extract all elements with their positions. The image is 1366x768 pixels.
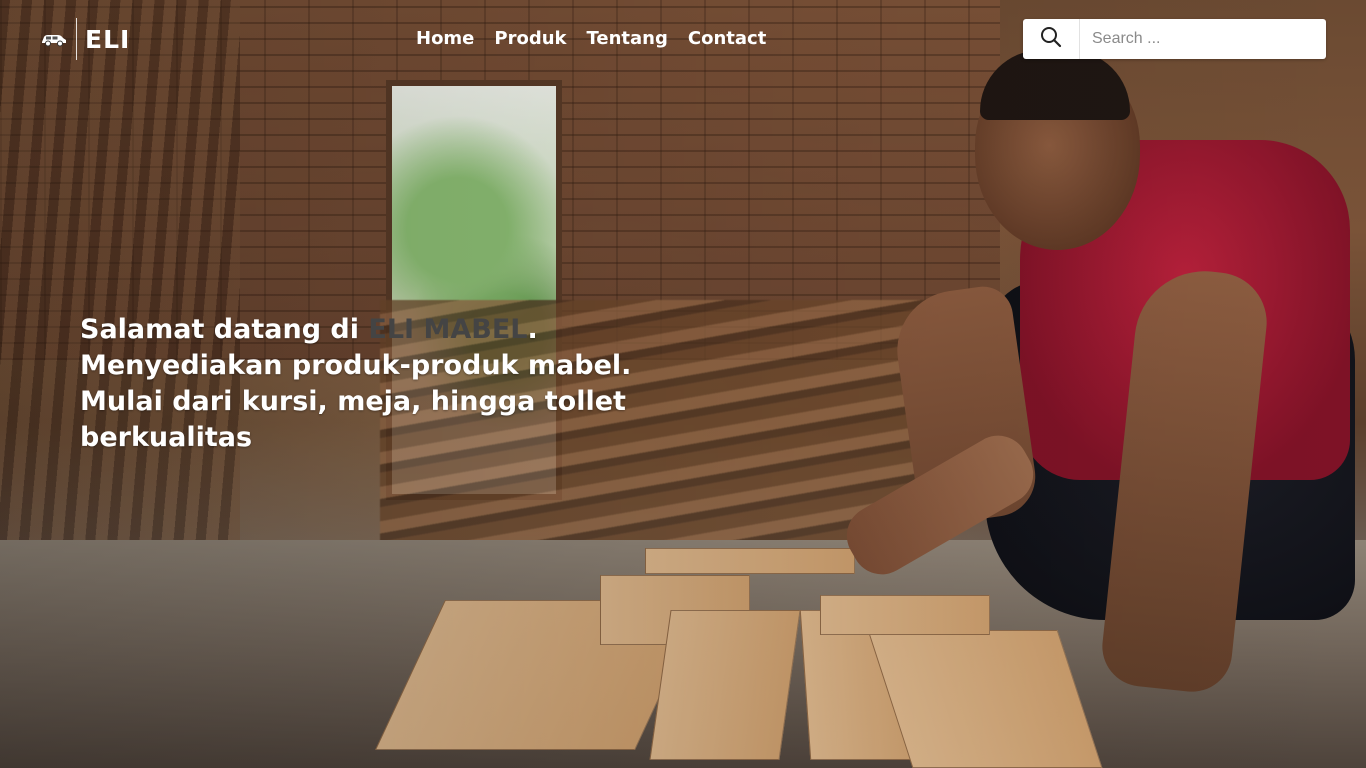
site-logo[interactable]: ELI bbox=[40, 18, 130, 60]
nav-produk[interactable]: Produk bbox=[484, 27, 576, 51]
hero-punct: . bbox=[527, 314, 538, 345]
car-icon bbox=[40, 31, 68, 47]
logo-divider bbox=[76, 18, 77, 60]
search-icon bbox=[1040, 26, 1062, 53]
hero-brand: ELI MABEL bbox=[368, 314, 528, 345]
main-nav: Home Produk Tentang Contact bbox=[406, 27, 776, 51]
search-box bbox=[1023, 19, 1326, 59]
nav-contact[interactable]: Contact bbox=[678, 27, 776, 51]
nav-home[interactable]: Home bbox=[406, 27, 484, 51]
nav-tentang[interactable]: Tentang bbox=[577, 27, 678, 51]
hero-text: Salamat datang di ELI MABEL. Menyediakan… bbox=[80, 312, 640, 456]
hero-greeting: Salamat datang di bbox=[80, 314, 369, 345]
logo-text: ELI bbox=[85, 24, 131, 54]
hero-line-4: berkualitas bbox=[80, 422, 253, 453]
hero-line-1: Salamat datang di ELI MABEL. bbox=[80, 312, 640, 348]
search-input[interactable] bbox=[1080, 20, 1326, 58]
hero-line-2: Menyediakan produk-produk mabel. bbox=[80, 350, 632, 381]
hero-line-3: Mulai dari kursi, meja, hingga tollet bbox=[80, 386, 626, 417]
search-button[interactable] bbox=[1023, 19, 1080, 59]
